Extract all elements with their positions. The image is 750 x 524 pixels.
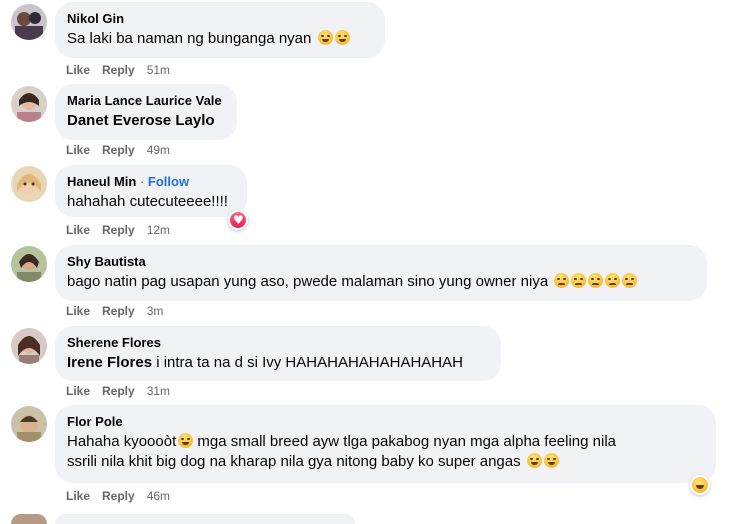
comment-author[interactable]: Sherene Flores	[67, 334, 489, 351]
mention-link[interactable]: Irene Flores	[67, 354, 152, 371]
comment-author: Haneul Min · Follow	[67, 174, 190, 189]
grin-emoji-icon	[334, 30, 350, 45]
comment-bubble: Shy Bautista bago natin pag usapan yung …	[55, 245, 707, 301]
comment-actions: Like Reply 31m	[66, 383, 170, 399]
comment-item-partial	[0, 512, 750, 524]
comment-text: bago natin pag usapan yung aso, pwede ma…	[67, 273, 549, 290]
like-button[interactable]: Like	[66, 143, 90, 157]
like-button[interactable]: Like	[66, 223, 90, 237]
comment-author[interactable]: Shy Bautista	[67, 253, 695, 270]
reply-button[interactable]: Reply	[102, 384, 135, 398]
mention-link[interactable]: Danet Everose Laylo	[67, 111, 225, 131]
like-button[interactable]: Like	[66, 489, 90, 503]
avatar[interactable]	[11, 166, 47, 202]
haha-reaction-icon[interactable]	[690, 475, 710, 495]
timestamp[interactable]: 49m	[147, 143, 170, 157]
reply-button[interactable]: Reply	[102, 489, 135, 503]
comment-author[interactable]: Nikol Gin	[67, 10, 373, 27]
comment-bubble: Nikol Gin Sa laki ba naman ng bunganga n…	[55, 2, 385, 58]
sad-emoji-icon	[605, 273, 621, 288]
grin-emoji-icon	[178, 433, 194, 448]
grin-emoji-icon	[317, 30, 333, 45]
comment-text: ssrili nila khit big dog na kharap nila …	[67, 453, 521, 470]
avatar[interactable]	[11, 4, 47, 40]
comment-bubble: Haneul Min · Follow hahahah cutecuteeee!…	[55, 165, 247, 217]
avatar[interactable]	[11, 86, 47, 122]
timestamp[interactable]: 31m	[147, 384, 170, 398]
sad-emoji-icon	[622, 273, 638, 288]
comment-actions: Like Reply 3m	[66, 303, 163, 319]
timestamp[interactable]: 12m	[147, 223, 170, 237]
comment-text: mga small breed ayw tlga pakabog nyan mg…	[193, 433, 617, 450]
comment-text: Hahaha kyoooòt	[67, 433, 177, 450]
comment-author[interactable]: Flor Pole	[67, 413, 704, 430]
reply-button[interactable]: Reply	[102, 304, 135, 318]
like-button[interactable]: Like	[66, 63, 90, 77]
comment-actions: Like Reply 12m	[66, 222, 170, 238]
sad-emoji-icon	[588, 273, 604, 288]
comment-actions: Like Reply 46m	[66, 488, 170, 504]
comment-bubble: Maria Lance Laurice Vale Danet Everose L…	[55, 84, 237, 140]
reply-button[interactable]: Reply	[102, 223, 135, 237]
comment-bubble	[55, 514, 355, 524]
timestamp[interactable]: 51m	[147, 63, 170, 77]
grin-emoji-icon	[526, 453, 542, 468]
avatar[interactable]	[11, 246, 47, 282]
reply-button[interactable]: Reply	[102, 143, 135, 157]
laughing-emoji-icon	[543, 453, 559, 468]
comment-actions: Like Reply 49m	[66, 142, 170, 158]
avatar[interactable]	[11, 406, 47, 442]
comment-text: i intra ta na d si Ivy HAHAHAHAHAHAHAHAH	[152, 354, 463, 371]
like-button[interactable]: Like	[66, 304, 90, 318]
comment-actions: Like Reply 51m	[66, 62, 170, 78]
comment-bubble: Sherene Flores Irene Flores i intra ta n…	[55, 326, 501, 381]
follow-link[interactable]: Follow	[148, 174, 189, 189]
sad-emoji-icon	[571, 273, 587, 288]
avatar[interactable]	[11, 328, 47, 364]
like-button[interactable]: Like	[66, 384, 90, 398]
author-name[interactable]: Haneul Min	[67, 174, 136, 189]
sad-emoji-icon	[554, 273, 570, 288]
heart-reaction-icon[interactable]	[228, 210, 248, 230]
comment-text: Sa laki ba naman ng bunganga nyan	[67, 30, 312, 47]
comment-text: hahahah cutecuteeee!!!!	[67, 193, 228, 210]
avatar[interactable]	[11, 514, 47, 524]
timestamp[interactable]: 46m	[147, 489, 170, 503]
reply-button[interactable]: Reply	[102, 63, 135, 77]
comment-author[interactable]: Maria Lance Laurice Vale	[67, 92, 225, 109]
comment-bubble: Flor Pole Hahaha kyoooòt mga small breed…	[55, 405, 716, 483]
timestamp[interactable]: 3m	[147, 304, 164, 318]
